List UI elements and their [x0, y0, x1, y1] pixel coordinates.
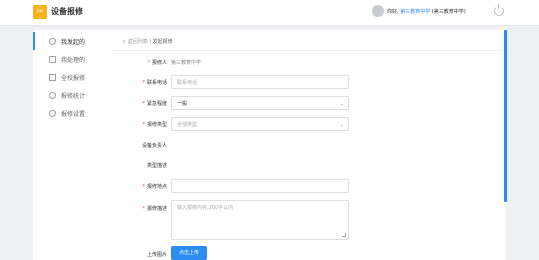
urgency-select[interactable]: 一般 ⌄ [171, 96, 349, 110]
phone-input[interactable]: 联系电话 [171, 75, 349, 89]
chevron-down-icon: ⌄ [339, 101, 344, 107]
sidebar-item-stats[interactable]: 报修统计 [33, 86, 113, 104]
breadcrumb-separator: | [149, 39, 152, 45]
owner-label: 设备负责人 [141, 143, 167, 149]
reporter-value: 第三教育中学 [171, 60, 202, 66]
divider [113, 50, 506, 51]
school-name[interactable]: 第三教育中学 [400, 9, 430, 15]
reporter-label: * 报修人 [147, 60, 167, 66]
sidebar-item-handled[interactable]: 我处理的 [33, 50, 113, 68]
sidebar-item-initiated[interactable]: 我发起的 [33, 32, 113, 50]
location-input[interactable] [171, 179, 349, 193]
avatar[interactable] [372, 5, 384, 17]
school-icon [49, 73, 56, 81]
sidebar-item-label: 报修设置 [61, 110, 86, 118]
tools-icon: ✂ [33, 5, 47, 19]
user-icon [49, 37, 56, 45]
sidebar: 我发起的 我处理的 全校报修 报修统计 报修设置 [33, 30, 113, 260]
chevron-down-icon: ⌄ [339, 122, 344, 128]
urgency-label: * 紧急程度 [142, 101, 167, 107]
sidebar-item-label: 报修统计 [61, 92, 86, 100]
desc-textarea[interactable]: 输入报修内容,200字以内 [171, 200, 349, 240]
settings-icon [49, 109, 56, 117]
main-panel: < 返回列表 | 发起报修 * 报修人 第三教育中学 * 联系电话 联系电话 * 紧急… [113, 30, 506, 260]
chart-icon [49, 91, 56, 99]
sidebar-item-school[interactable]: 全校报修 [33, 68, 113, 86]
desc-label: * 报修描述 [142, 206, 167, 212]
location-label: * 报修地点 [142, 184, 167, 190]
phone-label: * 联系电话 [142, 80, 167, 86]
type-label: * 报修类型 [142, 122, 167, 128]
scrollbar[interactable] [504, 30, 507, 202]
breadcrumb: < 返回列表 | 发起报修 [122, 38, 173, 45]
app-title: 设备报修 [51, 7, 83, 16]
school-note: (第三教育中学) [431, 9, 466, 15]
greeting-text: 你好, [387, 9, 399, 15]
power-icon[interactable] [494, 4, 504, 16]
upload-button[interactable]: 点击上传 [171, 246, 207, 260]
sidebar-item-label: 我处理的 [61, 56, 86, 64]
type-select[interactable]: 全部类型 ⌄ [171, 117, 349, 131]
top-bar: ✂ 设备报修 你好, 第三教育中学 (第三教育中学) [0, 0, 539, 26]
type-desc-label: 类型描述 [146, 163, 167, 169]
resize-handle-icon[interactable] [342, 233, 346, 237]
sidebar-item-label: 全校报修 [61, 74, 86, 82]
sidebar-item-label: 我发起的 [61, 38, 86, 46]
upload-label: 上传图片 [146, 252, 167, 258]
inbox-icon [49, 55, 56, 63]
user-greeting[interactable]: 你好, 第三教育中学 (第三教育中学) [387, 8, 466, 15]
sidebar-item-settings[interactable]: 报修设置 [33, 104, 113, 122]
breadcrumb-current: 发起报修 [152, 39, 173, 45]
back-link[interactable]: < 返回列表 [122, 39, 148, 45]
